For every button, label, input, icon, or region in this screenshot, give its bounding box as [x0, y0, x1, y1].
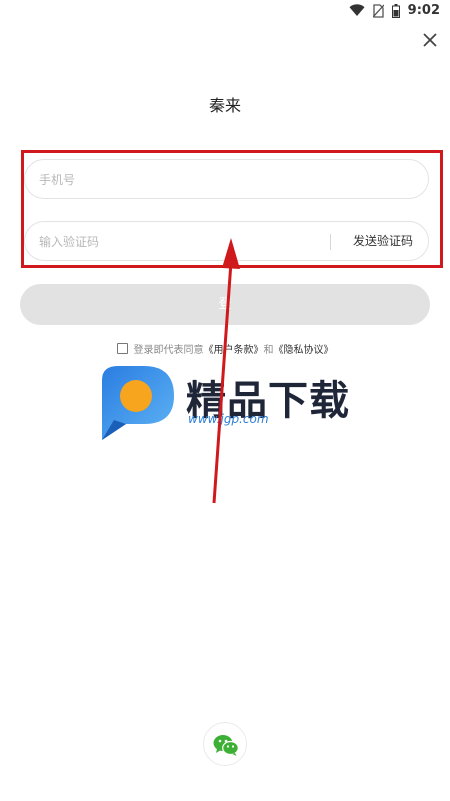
- agreement-prefix: 登录即代表同意: [133, 345, 204, 356]
- agreement-row: 登录即代表同意 《用户条款》 和 《隐私协议》: [0, 341, 450, 356]
- terms-link[interactable]: 《用户条款》: [204, 341, 264, 356]
- close-icon: [423, 33, 437, 47]
- annotation-highlight-box: [21, 150, 443, 268]
- watermark: 精品下载 www.jgp.com: [96, 360, 366, 445]
- status-time: 9:02: [407, 3, 440, 18]
- agreement-checkbox[interactable]: [116, 343, 128, 354]
- no-sim-icon: [372, 3, 384, 18]
- status-bar: 9:02: [0, 0, 450, 22]
- wifi-icon: [349, 4, 365, 16]
- watermark-logo-icon: [102, 366, 174, 440]
- login-button[interactable]: 登: [20, 284, 430, 325]
- app-title: 秦来: [208, 96, 241, 115]
- wechat-login-button[interactable]: [203, 722, 247, 766]
- agreement-conjunction: 和: [263, 345, 274, 356]
- status-icons: 9:02: [349, 3, 440, 18]
- watermark-url: www.jgp.com: [188, 412, 269, 426]
- wechat-icon: [213, 735, 239, 756]
- battery-icon: [391, 3, 400, 18]
- privacy-link[interactable]: 《隐私协议》: [274, 341, 334, 356]
- close-button[interactable]: [419, 29, 441, 51]
